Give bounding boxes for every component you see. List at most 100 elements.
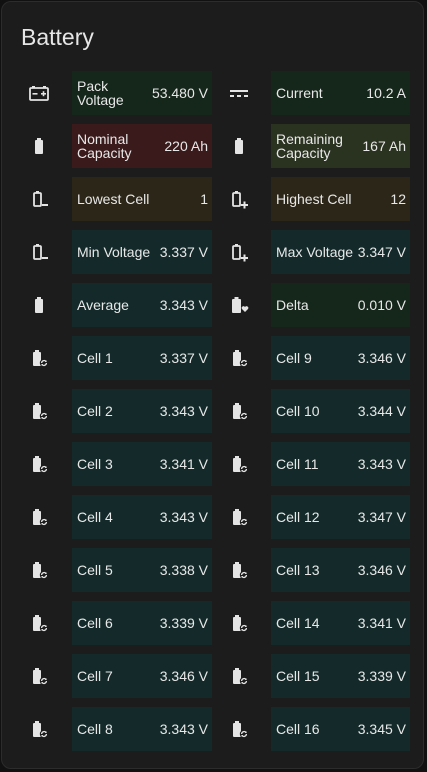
sensor-value: 10.2 A [366, 85, 406, 101]
sensor-value: 3.341 V [357, 615, 406, 631]
sensor-row: Cell 2 3.343 V Cell 10 3.344 V [2, 389, 425, 433]
sensor-tile[interactable]: Cell 3 3.341 V [72, 442, 212, 486]
sensor-value: 3.338 V [159, 562, 208, 578]
battery-full-icon [29, 295, 49, 315]
sensor-row: Min Voltage 3.337 V Max Voltage 3.347 V [2, 230, 425, 274]
sensor-label: Highest Cell [276, 191, 352, 207]
sensor-tile[interactable]: Cell 1 3.337 V [72, 336, 212, 380]
battery-charging-icon [29, 83, 49, 103]
battery-sync-icon [229, 666, 249, 686]
sensor-tile[interactable]: Highest Cell 12 [271, 177, 410, 221]
sensor-value: 3.346 V [357, 562, 406, 578]
sensor-label: Remaining Capacity [276, 131, 343, 161]
sensor-value: 3.344 V [357, 403, 406, 419]
sensor-value: 12 [390, 191, 406, 207]
card-title: Battery [21, 24, 94, 50]
sensor-label: Max Voltage [276, 244, 354, 260]
sensor-value: 3.343 V [159, 509, 208, 525]
sensor-row: Cell 4 3.343 V Cell 12 3.347 V [2, 495, 425, 539]
battery-sync-icon [29, 401, 49, 421]
sensor-value: 3.337 V [159, 244, 208, 260]
battery-sync-icon [29, 507, 49, 527]
sensor-label: Cell 11 [276, 456, 319, 472]
sensor-tile[interactable]: Delta 0.010 V [271, 283, 410, 327]
sensor-tile[interactable]: Cell 11 3.343 V [271, 442, 410, 486]
current-dc-icon [229, 83, 249, 103]
battery-minus-icon [29, 189, 49, 209]
sensor-tile[interactable]: Remaining Capacity 167 Ah [271, 124, 410, 168]
sensor-value: 53.480 V [151, 85, 208, 101]
battery-plus-icon [229, 242, 249, 262]
battery-minus-icon [29, 242, 49, 262]
sensor-value: 3.346 V [357, 350, 406, 366]
sensor-label: Nominal Capacity [77, 131, 132, 161]
battery-heart-icon [229, 295, 249, 315]
sensor-row: Cell 3 3.341 V Cell 11 3.343 V [2, 442, 425, 486]
battery-card: Battery Pack Voltage 53.480 V Current 10.2 … [1, 1, 424, 769]
sensor-value: 3.343 V [159, 721, 208, 737]
sensor-tile[interactable]: Cell 6 3.339 V [72, 601, 212, 645]
sensor-value: 1 [200, 191, 208, 207]
battery-sync-icon [29, 454, 49, 474]
sensor-value: 3.343 V [357, 456, 406, 472]
battery-sync-icon [229, 348, 249, 368]
sensor-label: Average [77, 297, 129, 313]
sensor-label: Cell 16 [276, 721, 320, 737]
battery-sync-icon [29, 719, 49, 739]
sensor-label: Cell 15 [276, 668, 320, 684]
sensor-row: Nominal Capacity 220 Ah Remaining Capacity… [2, 124, 425, 168]
sensor-tile[interactable]: Cell 12 3.347 V [271, 495, 410, 539]
sensor-label: Current [276, 85, 323, 101]
sensor-row: Cell 5 3.338 V Cell 13 3.346 V [2, 548, 425, 592]
sensor-value: 220 Ah [164, 138, 208, 154]
battery-sync-icon [229, 719, 249, 739]
sensor-tile[interactable]: Pack Voltage 53.480 V [72, 71, 212, 115]
sensor-label: Cell 12 [276, 509, 320, 525]
sensor-value: 3.347 V [357, 509, 406, 525]
battery-icon [229, 136, 249, 156]
sensor-tile[interactable]: Min Voltage 3.337 V [72, 230, 212, 274]
battery-sync-icon [29, 613, 49, 633]
sensor-tile[interactable]: Cell 8 3.343 V [72, 707, 212, 751]
sensor-label: Cell 3 [77, 456, 113, 472]
sensor-tile[interactable]: Cell 16 3.345 V [271, 707, 410, 751]
battery-sync-icon [229, 401, 249, 421]
battery-sync-icon [229, 613, 249, 633]
sensor-label: Delta [276, 297, 309, 313]
sensor-label: Cell 2 [77, 403, 113, 419]
sensor-tile[interactable]: Nominal Capacity 220 Ah [72, 124, 212, 168]
sensor-label: Cell 8 [77, 721, 113, 737]
sensor-tile[interactable]: Lowest Cell 1 [72, 177, 212, 221]
battery-sync-icon [229, 507, 249, 527]
sensor-value: 3.337 V [159, 350, 208, 366]
sensor-tile[interactable]: Cell 2 3.343 V [72, 389, 212, 433]
sensor-value: 3.343 V [159, 403, 208, 419]
sensor-label: Cell 6 [77, 615, 113, 631]
sensor-label: Cell 1 [77, 350, 113, 366]
sensor-tile[interactable]: Current 10.2 A [271, 71, 410, 115]
sensor-value: 3.346 V [159, 668, 208, 684]
sensor-tile[interactable]: Max Voltage 3.347 V [271, 230, 410, 274]
sensor-tile[interactable]: Cell 5 3.338 V [72, 548, 212, 592]
sensor-label: Cell 4 [77, 509, 113, 525]
sensor-tile[interactable]: Cell 13 3.346 V [271, 548, 410, 592]
sensor-label: Cell 13 [276, 562, 320, 578]
battery-sync-icon [29, 666, 49, 686]
sensor-tile[interactable]: Cell 15 3.339 V [271, 654, 410, 698]
sensor-label: Cell 14 [276, 615, 320, 631]
sensor-tile[interactable]: Cell 14 3.341 V [271, 601, 410, 645]
sensor-value: 3.347 V [357, 244, 406, 260]
battery-sync-icon [29, 348, 49, 368]
sensor-value: 3.341 V [159, 456, 208, 472]
sensor-tile[interactable]: Cell 4 3.343 V [72, 495, 212, 539]
sensor-value: 0.010 V [357, 297, 406, 313]
sensor-label: Pack Voltage [77, 78, 124, 108]
battery-sync-icon [229, 454, 249, 474]
sensor-value: 3.339 V [357, 668, 406, 684]
sensor-tile[interactable]: Cell 7 3.346 V [72, 654, 212, 698]
sensor-row: Average 3.343 V Delta 0.010 V [2, 283, 425, 327]
sensor-tile[interactable]: Cell 10 3.344 V [271, 389, 410, 433]
sensor-tile[interactable]: Average 3.343 V [72, 283, 212, 327]
sensor-tile[interactable]: Cell 9 3.346 V [271, 336, 410, 380]
sensor-label: Lowest Cell [77, 191, 150, 207]
